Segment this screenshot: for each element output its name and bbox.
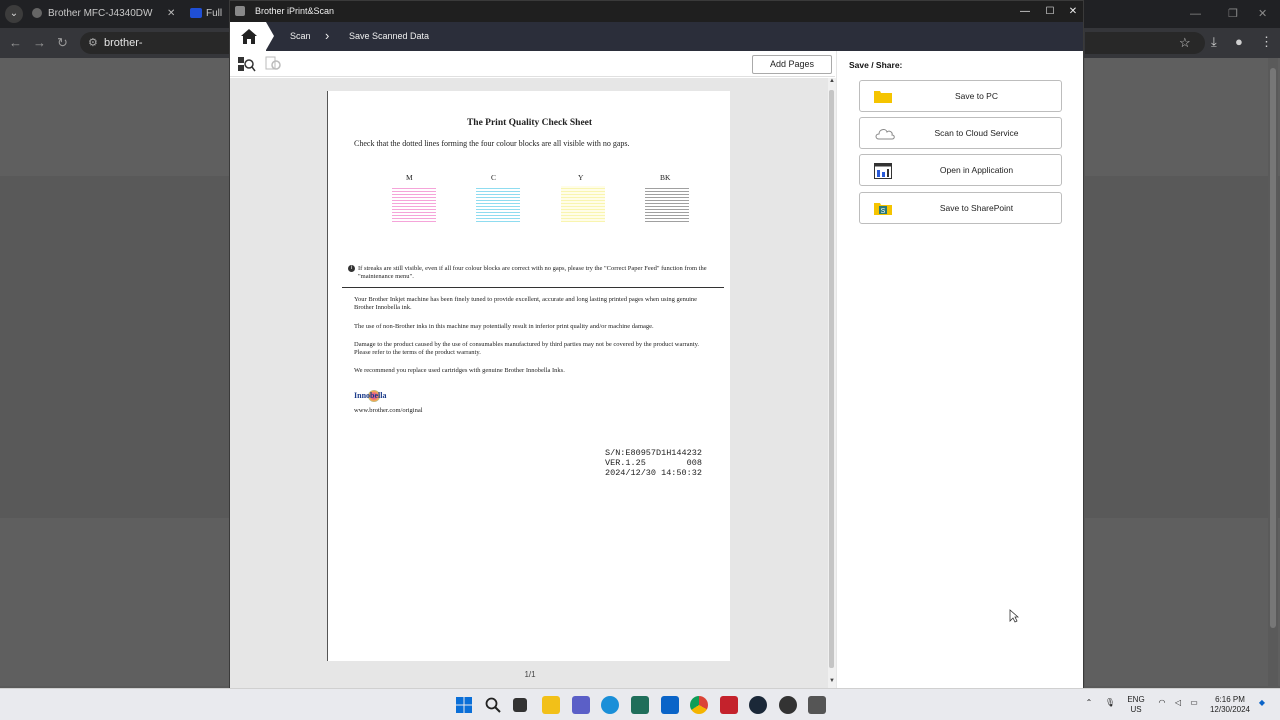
search-icon[interactable]	[484, 696, 502, 714]
chrome-icon[interactable]	[690, 696, 708, 714]
browser-tab-brother[interactable]: Brother MFC-J4340DW ✕	[32, 0, 182, 28]
language-indicator[interactable]: ENG US	[1122, 695, 1150, 720]
doc-paragraph: Your Brother Inkjet machine has been fin…	[354, 296, 698, 311]
breadcrumb-save-scanned-data: Save Scanned Data	[349, 31, 430, 41]
edit-scan-icon[interactable]	[238, 56, 256, 72]
wifi-icon[interactable]: ◠	[1156, 698, 1168, 720]
block-label-y: Y	[578, 173, 584, 182]
save-to-sharepoint-button[interactable]: S Save to SharePoint	[859, 192, 1062, 224]
add-pages-button[interactable]: Add Pages	[752, 55, 832, 74]
block-label-bk: BK	[660, 173, 671, 182]
mouse-cursor-icon	[1009, 609, 1019, 623]
preview-toolbar: Add Pages	[230, 51, 835, 77]
github-icon[interactable]	[779, 696, 797, 714]
home-button[interactable]	[230, 22, 266, 51]
breadcrumb-scan[interactable]: Scan	[290, 22, 311, 51]
store-icon[interactable]	[631, 696, 649, 714]
close-tab-icon[interactable]: ✕	[167, 0, 175, 28]
divider	[342, 287, 724, 288]
save-share-panel: Save / Share: Save to PC Scan to Cloud S…	[836, 51, 1083, 688]
info-icon: i	[348, 265, 355, 272]
preview-scrollbar[interactable]: ▲ ▼	[828, 78, 836, 688]
battery-icon[interactable]: ▭	[1188, 698, 1200, 720]
firmware-version: VER.1.25 008	[605, 458, 702, 468]
doc-paragraph: Damage to the product caused by the use …	[354, 341, 700, 356]
save-to-pc-button[interactable]: Save to PC	[859, 80, 1062, 112]
globe-icon	[32, 8, 42, 19]
maximize-icon[interactable]: ☐	[1039, 1, 1061, 22]
browser-tab-full[interactable]: Full Sc	[190, 0, 230, 28]
browser-minimize-icon[interactable]: —	[1190, 0, 1201, 28]
scroll-down-icon[interactable]: ▼	[828, 678, 836, 684]
save-share-title: Save / Share:	[849, 60, 903, 70]
anydesk-icon[interactable]	[720, 696, 738, 714]
close-icon[interactable]: ✕	[1062, 1, 1084, 22]
windows-taskbar: ⌃ 🎙 ENG US ◠ ◁ ▭ 6:16 PM 12/30/2024 ◆	[0, 688, 1280, 720]
serial-number: S/N:E80957D1H144232	[605, 448, 702, 458]
back-icon[interactable]: ←	[9, 35, 22, 50]
window-title: Brother iPrint&Scan	[255, 6, 335, 16]
edge-icon[interactable]	[601, 696, 619, 714]
doc-url: www.brother.com/original	[354, 407, 423, 414]
start-windows-icon[interactable]	[455, 696, 473, 714]
block-label-m: M	[406, 173, 413, 182]
cyan-block	[476, 186, 520, 222]
reload-icon[interactable]: ↻	[57, 35, 68, 51]
doc-paragraph: The use of non-Brother inks in this mach…	[354, 323, 654, 330]
home-icon	[241, 29, 257, 44]
scroll-thumb[interactable]	[829, 90, 834, 668]
clock[interactable]: 6:16 PM 12/30/2024	[1205, 695, 1255, 720]
scroll-up-icon[interactable]: ▲	[828, 78, 836, 84]
info-note: If streaks are still visible, even if al…	[358, 265, 707, 280]
download-icon[interactable]: ⤓	[1211, 34, 1217, 50]
browser-maximize-icon[interactable]: ❐	[1228, 0, 1238, 28]
scan-preview-area: The Print Quality Check Sheet Check that…	[230, 78, 836, 688]
task-view-icon[interactable]	[513, 698, 527, 712]
microphone-icon[interactable]: 🎙	[1104, 698, 1116, 720]
iprint-scan-window: Brother iPrint&Scan — ☐ ✕ Scan › Save Sc…	[229, 0, 1084, 688]
innobella-logo: Innobella	[354, 390, 387, 402]
tab-search-icon[interactable]: ⌄	[5, 5, 23, 23]
tab-title: Brother MFC-J4340DW	[48, 8, 153, 19]
forward-icon[interactable]: →	[33, 35, 46, 50]
page-indicator: 1/1	[524, 670, 536, 679]
magenta-block	[392, 186, 436, 222]
scan-to-cloud-button[interactable]: Scan to Cloud Service	[859, 117, 1062, 149]
open-in-application-button[interactable]: Open in Application	[859, 154, 1062, 186]
show-hidden-icons-icon[interactable]: ⌃	[1082, 698, 1096, 720]
zoom-page-icon[interactable]	[265, 56, 283, 72]
steam-icon[interactable]	[749, 696, 767, 714]
doc-paragraph: We recommend you replace used cartridges…	[354, 367, 565, 374]
doc-title: The Print Quality Check Sheet	[466, 118, 593, 128]
black-block	[645, 186, 689, 222]
iprint-scan-taskbar-icon[interactable]	[808, 696, 826, 714]
file-explorer-icon[interactable]	[542, 696, 560, 714]
breadcrumb: Scan › Save Scanned Data	[230, 22, 1083, 51]
doc-subtitle: Check that the dotted lines forming the …	[354, 139, 630, 148]
teams-icon[interactable]	[572, 696, 590, 714]
profile-icon[interactable]: ●	[1235, 34, 1243, 49]
scanned-page: The Print Quality Check Sheet Check that…	[327, 91, 730, 661]
block-label-c: C	[491, 173, 497, 182]
print-datetime: 2024/12/30 14:50:32	[605, 468, 702, 478]
page-scrollbar[interactable]	[1268, 58, 1278, 686]
bookmark-star-icon[interactable]: ☆	[1179, 35, 1191, 51]
menu-dots-icon[interactable]: ⋮	[1260, 34, 1273, 50]
minimize-icon[interactable]: —	[1014, 1, 1036, 22]
window-titlebar: Brother iPrint&Scan — ☐ ✕	[230, 1, 1083, 22]
address-bar[interactable]: ⚙ brother-usa.com/installationc	[80, 32, 230, 71]
outlook-icon[interactable]	[661, 696, 679, 714]
yellow-block	[561, 186, 605, 222]
volume-icon[interactable]: ◁	[1172, 698, 1184, 720]
notification-bell-icon[interactable]: ◆	[1256, 698, 1268, 720]
site-favicon-icon	[190, 8, 202, 19]
site-info-icon[interactable]: ⚙	[88, 32, 98, 54]
svg-text:S: S	[881, 208, 886, 215]
browser-close-icon[interactable]: ✕	[1258, 0, 1267, 28]
app-icon	[235, 6, 245, 16]
chevron-right-icon: ›	[325, 28, 330, 43]
address-bar-end[interactable]: ☆	[1085, 32, 1205, 54]
